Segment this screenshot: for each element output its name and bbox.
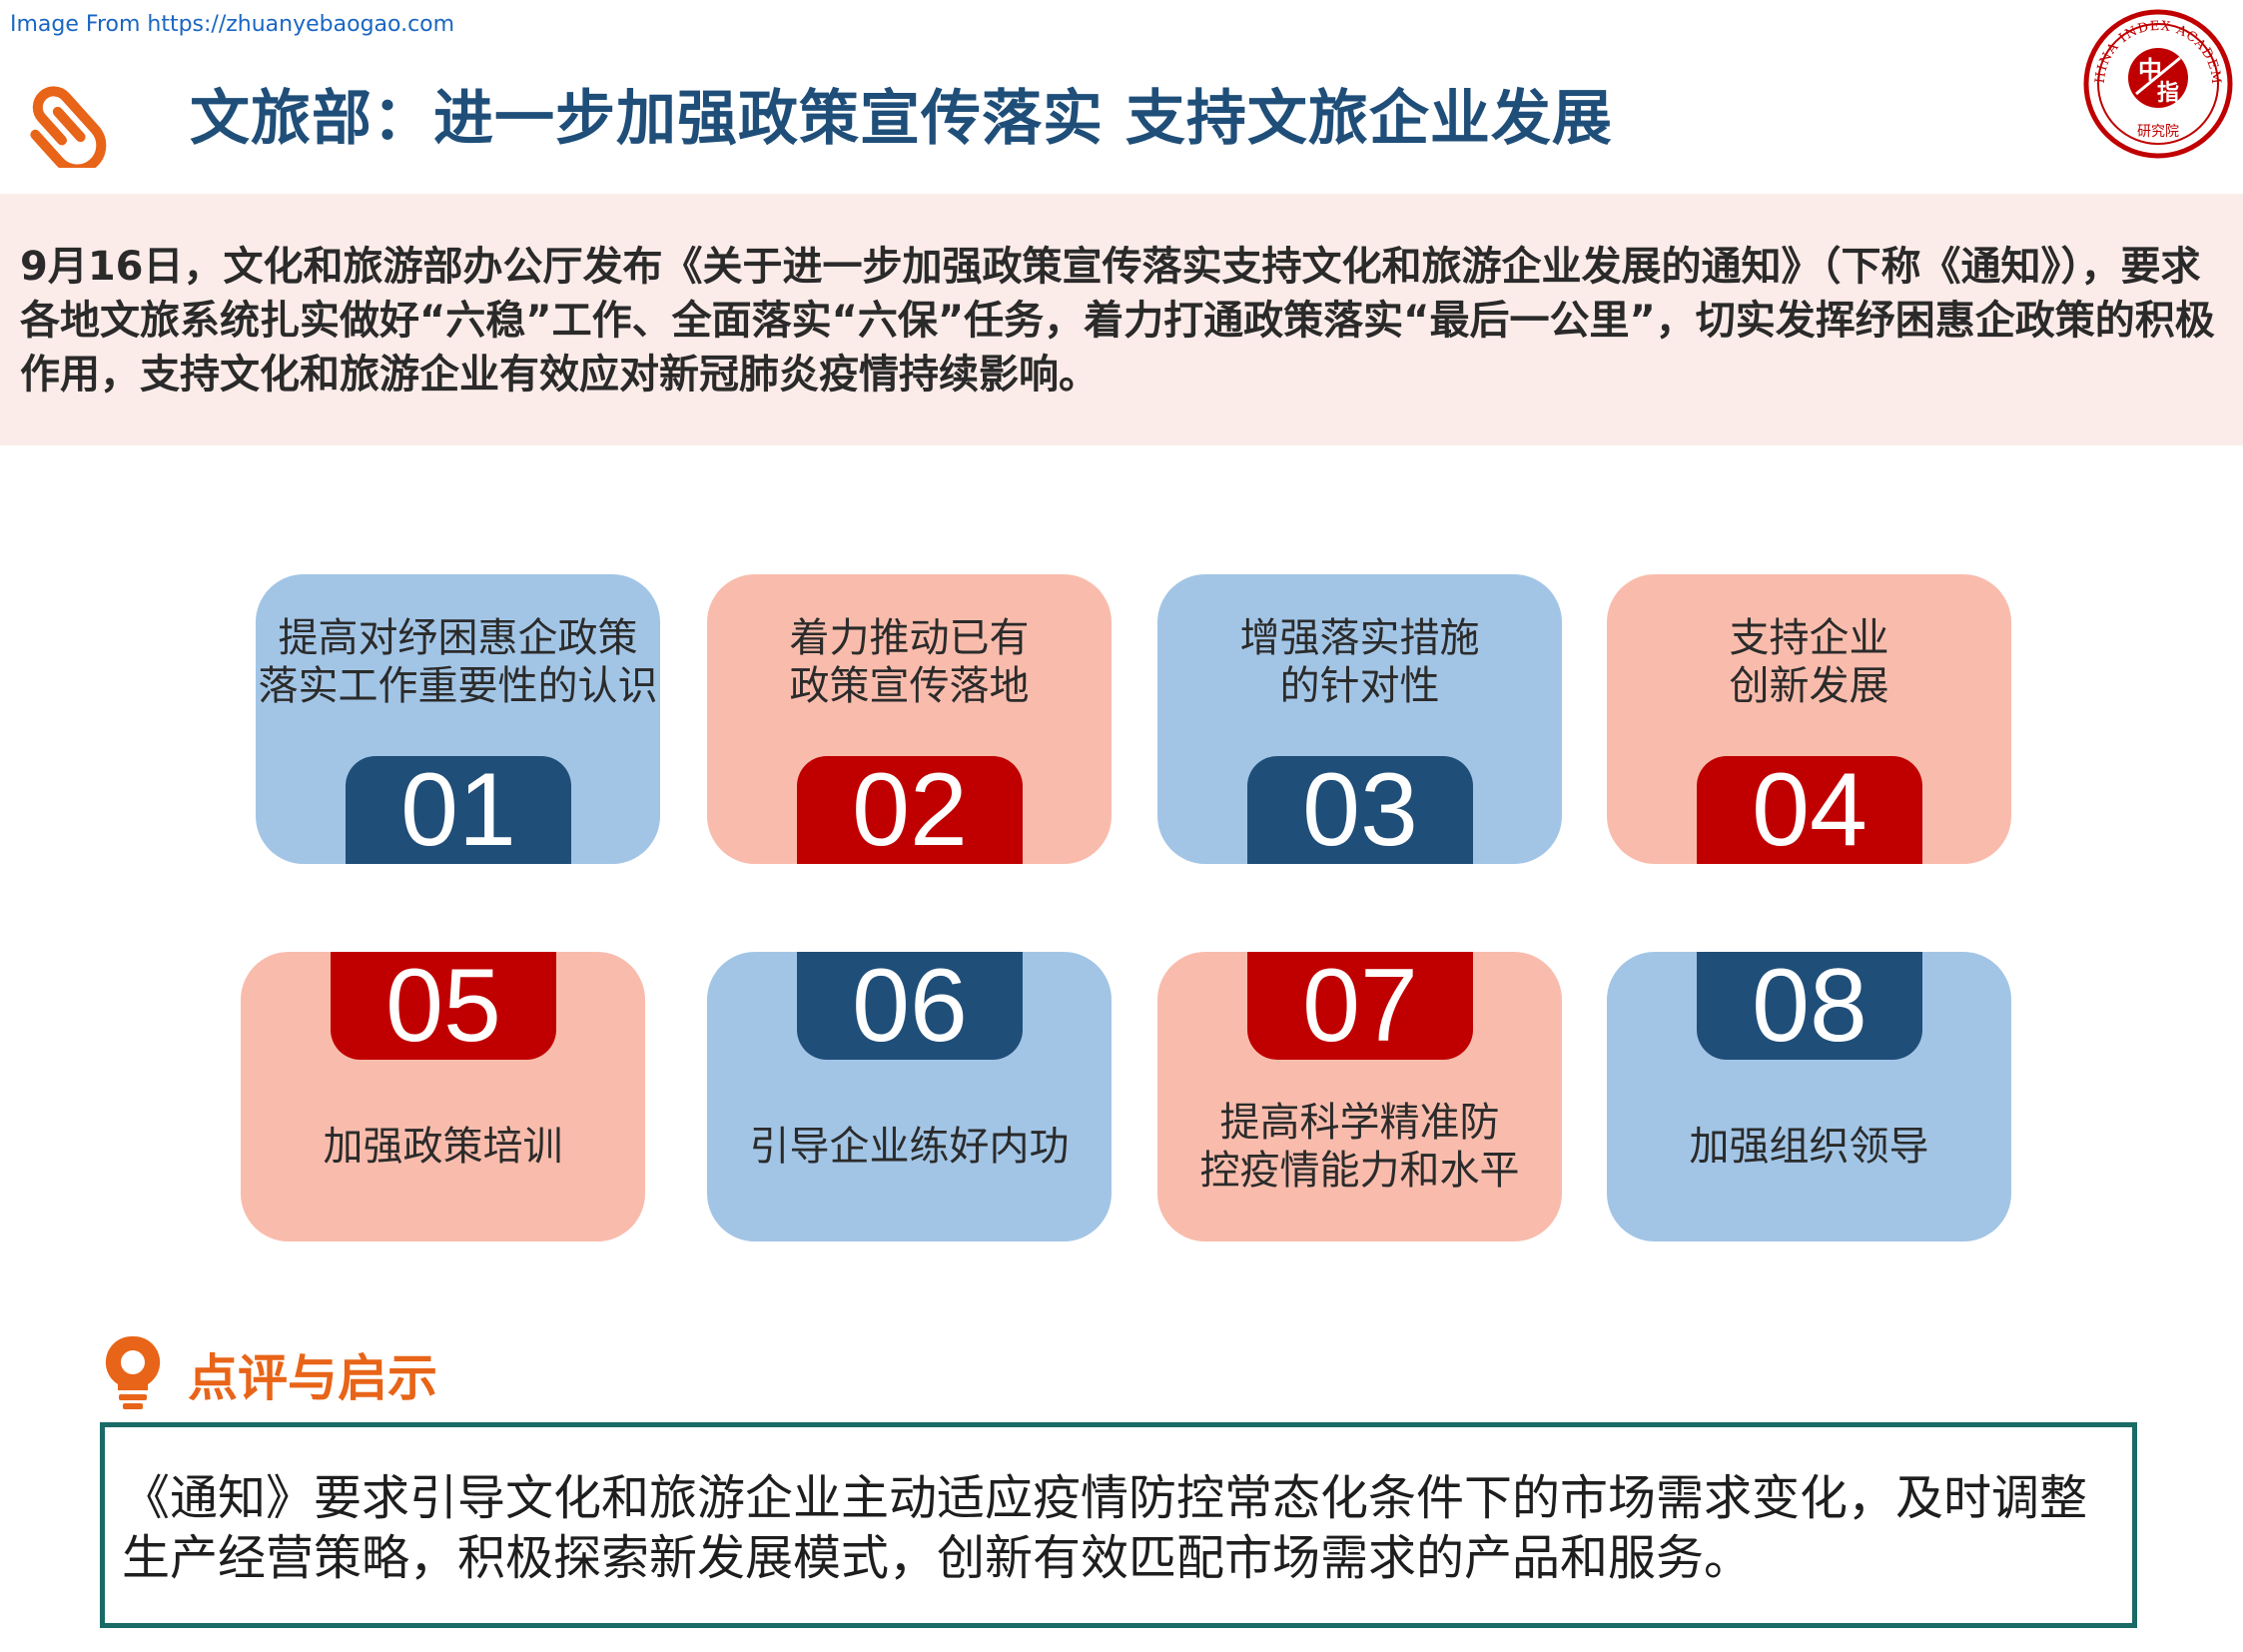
paperclip-icon [30, 86, 107, 168]
card-text: 增强落实措施 的针对性 [1239, 615, 1480, 709]
card-number: 02 [797, 756, 1023, 864]
card-text: 着力推动已有 政策宣传落地 [789, 615, 1030, 709]
comment-text: 《通知》要求引导文化和旅游企业主动适应疫情防控常态化条件下的市场需求变化，及时调… [122, 1470, 2088, 1586]
page-title: 文旅部：进一步加强政策宣传落实 支持文旅企业发展 [190, 84, 1613, 154]
card-08: 08 加强组织领导 [1607, 952, 2011, 1241]
comment-heading: 点评与启示 [188, 1349, 437, 1407]
card-number: 03 [1247, 756, 1473, 864]
card-text: 加强组织领导 [1689, 1124, 1929, 1170]
lightbulb-icon [105, 1335, 161, 1409]
card-text: 提高对纾困惠企政策 落实工作重要性的认识 [258, 615, 658, 709]
card-text: 引导企业练好内功 [749, 1124, 1070, 1170]
card-05: 05 加强政策培训 [241, 952, 645, 1241]
source-watermark: Image From https://zhuanyebaogao.com [10, 12, 455, 37]
card-07: 07 提高科学精准防 控疫情能力和水平 [1157, 952, 1562, 1241]
seal-bottom-text: 研究院 [2137, 124, 2179, 140]
card-number: 04 [1697, 756, 1922, 864]
card-01: 提高对纾困惠企政策 落实工作重要性的认识 01 [256, 574, 660, 864]
seal-char-2: 指 [2157, 81, 2179, 106]
card-03: 增强落实措施 的针对性 03 [1157, 574, 1562, 864]
card-04: 支持企业 创新发展 04 [1607, 574, 2011, 864]
card-02: 着力推动已有 政策宣传落地 02 [707, 574, 1112, 864]
seal-char-1: 中 [2138, 56, 2162, 84]
card-06: 06 引导企业练好内功 [707, 952, 1112, 1241]
card-text: 加强政策培训 [323, 1124, 563, 1170]
intro-paragraph: 9月16日，文化和旅游部办公厅发布《关于进一步加强政策宣传落实支持文化和旅游企业… [20, 244, 2215, 398]
card-number: 01 [346, 756, 571, 864]
card-text: 支持企业 创新发展 [1729, 615, 1889, 709]
card-text: 提高科学精准防 控疫情能力和水平 [1199, 1100, 1520, 1194]
seal-logo: 中 指 CHINA INDEX ACADEMY 研究院 [2080, 6, 2233, 159]
